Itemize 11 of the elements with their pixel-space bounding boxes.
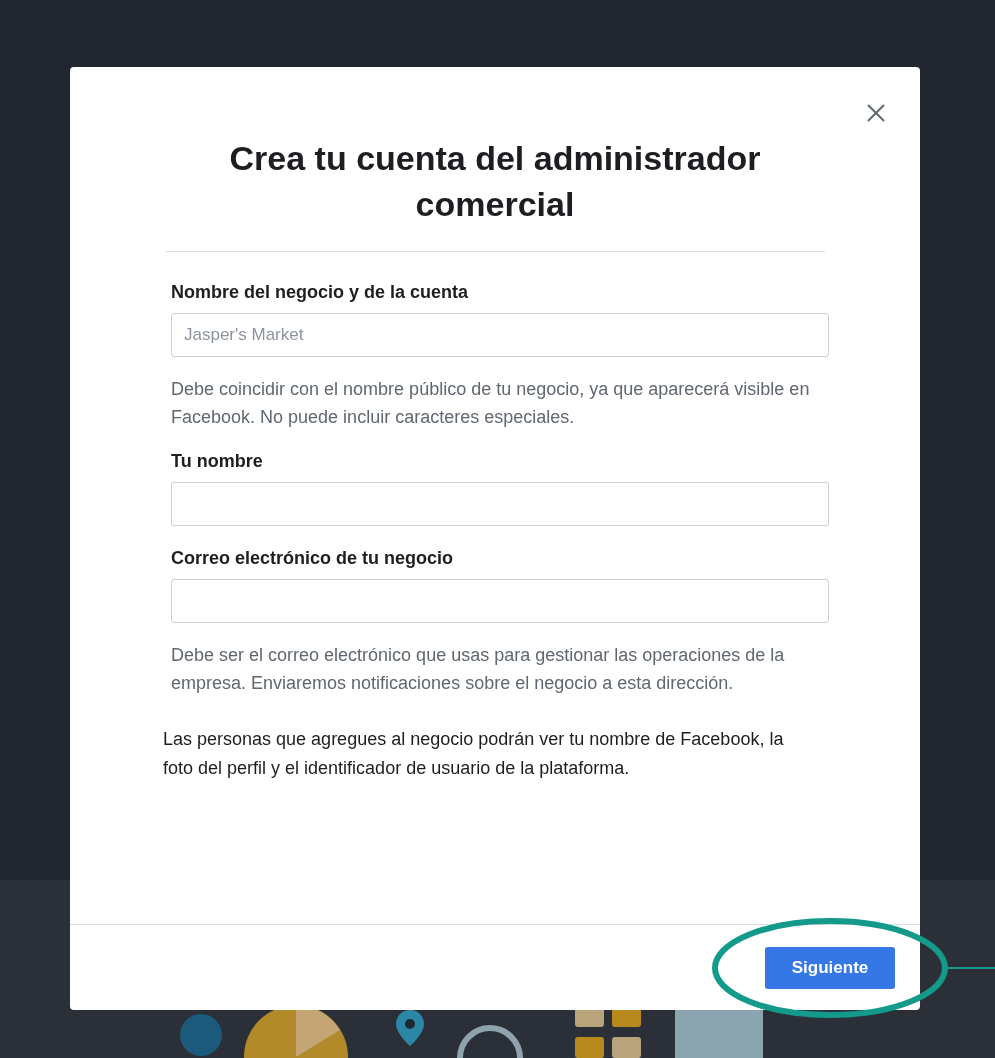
dialog-title: Crea tu cuenta del administrador comercial xyxy=(228,138,762,225)
field-label: Nombre del negocio y de la cuenta xyxy=(171,282,470,303)
input-field[interactable] xyxy=(171,579,829,623)
help-text: Debe coincidir con el nombre público de tu negocio, ya que aparecerá visible en Facebook. No puede incluir caracteres especiales. xyxy=(171,378,811,429)
field-label: Correo electrónico de tu negocio xyxy=(171,548,455,569)
input-field[interactable]: Jasper's Market xyxy=(171,313,829,357)
help-text: Debe ser el correo electrónico que usas para gestionar las operaciones de la empresa. Enviaremos notificaciones sobre el negocio a esta dirección. xyxy=(171,644,786,695)
notice-text: Las personas que agregues al negocio podrán ver tu nombre de Facebook, la foto del perfil y el identificador de usuario de la plataforma. xyxy=(163,728,785,780)
field-label: Tu nombre xyxy=(171,451,264,472)
next-button[interactable]: Siguiente xyxy=(765,946,895,989)
input-field[interactable] xyxy=(171,482,829,526)
